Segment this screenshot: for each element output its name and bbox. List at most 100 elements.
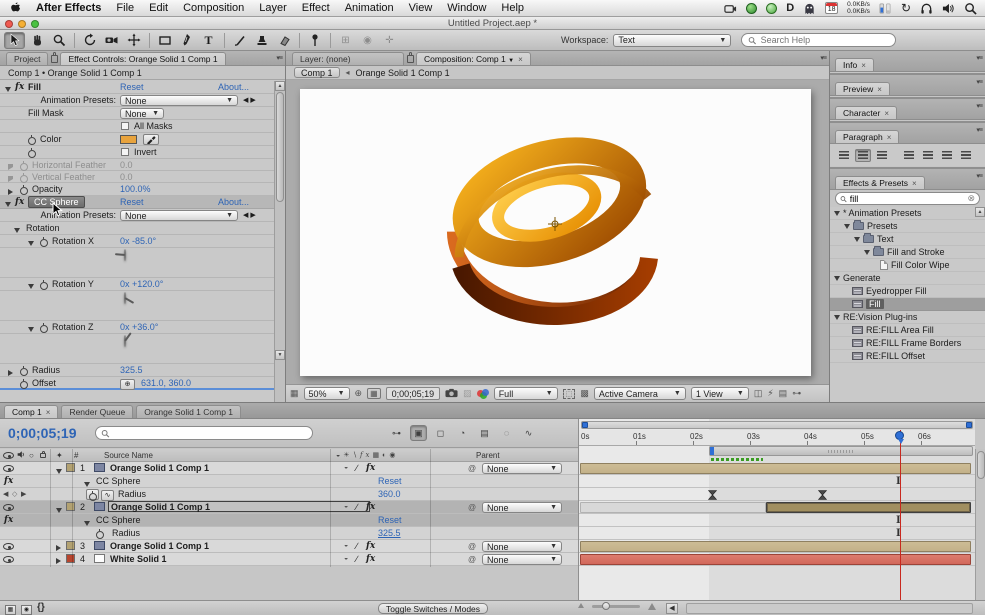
- work-area-bar[interactable]: [709, 446, 973, 456]
- tab-orange-solid-comp[interactable]: Orange Solid 1 Comp 1: [136, 405, 241, 418]
- effect-name[interactable]: CC Sphere: [96, 476, 141, 486]
- property-name[interactable]: Radius: [112, 528, 140, 538]
- scrollbar-thumb[interactable]: [977, 451, 985, 479]
- fill-reset-link[interactable]: Reset: [120, 82, 144, 92]
- time-ruler[interactable]: 0s 01s 02s 03s 04s 05s 06s: [579, 430, 975, 446]
- quality-switch-icon[interactable]: ∕: [356, 463, 358, 473]
- tab-project[interactable]: Project: [6, 52, 48, 65]
- collapse-switch-icon[interactable]: ◒: [344, 542, 348, 549]
- rectangle-tool[interactable]: [154, 32, 175, 49]
- fast-previews-icon[interactable]: ⚡︎: [767, 388, 773, 399]
- window-title-bar[interactable]: Untitled Project.aep *: [0, 17, 985, 30]
- frame-blending-icon[interactable]: ▤: [476, 425, 493, 441]
- tab-preview[interactable]: Preview×: [835, 82, 890, 95]
- align-left-button[interactable]: [836, 149, 852, 162]
- help-search-input[interactable]: [761, 35, 890, 45]
- effect-row-cc-sphere-2-selected[interactable]: fx CC Sphere Reset: [0, 514, 578, 527]
- screen-recorder-icon[interactable]: [724, 2, 737, 15]
- tree-item-selected[interactable]: Fill: [830, 298, 985, 311]
- twirl-open-icon[interactable]: [14, 228, 20, 233]
- fill-animation-presets-dropdown[interactable]: None▼: [120, 95, 238, 106]
- keyframe-nav-prev[interactable]: ◀: [3, 490, 8, 498]
- tree-item[interactable]: RE:FILL Offset: [830, 350, 985, 363]
- tab-composition[interactable]: Composition: Comp 1 ▼×: [416, 52, 531, 65]
- twirl-open-icon[interactable]: [834, 276, 840, 281]
- stopwatch-icon[interactable]: [20, 379, 27, 387]
- camera-dropdown[interactable]: Active Camera▼: [594, 387, 686, 400]
- expand-render-time-icon[interactable]: ◉: [21, 603, 32, 615]
- panel-menu-icon[interactable]: ▾≡: [276, 54, 282, 62]
- menu-layer[interactable]: Layer: [259, 2, 287, 14]
- property-value[interactable]: 360.0: [378, 489, 401, 499]
- reset-link[interactable]: Reset: [378, 476, 402, 486]
- channel-icon[interactable]: [477, 389, 489, 399]
- visibility-toggle[interactable]: [3, 504, 14, 511]
- align-center-button[interactable]: [855, 149, 871, 162]
- twirl-open-icon[interactable]: [28, 327, 34, 332]
- effect-name[interactable]: CC Sphere: [96, 515, 141, 525]
- effect-controls-scrollbar[interactable]: ▲ ▼: [274, 81, 285, 402]
- tree-item[interactable]: Eyedropper Fill: [830, 285, 985, 298]
- visibility-toggle[interactable]: [3, 543, 14, 550]
- timeline-button-icon[interactable]: ▤: [779, 388, 788, 399]
- globe-status-icon[interactable]: [746, 3, 757, 14]
- offset-value[interactable]: 631.0, 360.0: [141, 378, 191, 388]
- zoom-out-icon[interactable]: [578, 603, 584, 608]
- rotation-x-value[interactable]: 0x -85.0°: [120, 236, 156, 246]
- lock-icon[interactable]: [51, 55, 58, 63]
- vertical-feather-value[interactable]: 0.0: [120, 172, 133, 182]
- tab-effects-presets[interactable]: Effects & Presets×: [835, 176, 925, 189]
- close-tab-icon[interactable]: ×: [887, 133, 892, 142]
- view-layout-dropdown[interactable]: 1 View▼: [691, 387, 749, 400]
- tab-info[interactable]: Info×: [835, 58, 874, 71]
- menu-composition[interactable]: Composition: [183, 2, 244, 14]
- rotation-group-row[interactable]: Rotation: [0, 222, 285, 235]
- label-color-swatch[interactable]: [66, 554, 75, 563]
- calendar-icon[interactable]: 18: [825, 2, 838, 14]
- keyframe-nav-diamond[interactable]: ◇: [12, 490, 17, 498]
- tree-item[interactable]: * Animation Presets: [830, 207, 985, 220]
- stopwatch-icon[interactable]: [20, 161, 27, 169]
- zoom-slider-knob[interactable]: [602, 602, 610, 610]
- close-tab-icon[interactable]: ×: [46, 408, 51, 417]
- close-tab-icon[interactable]: ×: [518, 55, 523, 64]
- toggle-switches-modes-button[interactable]: Toggle Switches / Modes: [378, 603, 488, 614]
- scroll-left-button[interactable]: ◀: [666, 603, 678, 614]
- justify-all-button[interactable]: [958, 149, 974, 162]
- playhead-handle[interactable]: [895, 431, 904, 440]
- twirl-closed-icon[interactable]: [8, 189, 13, 195]
- tree-item[interactable]: Fill Color Wipe: [830, 259, 985, 272]
- clear-search-icon[interactable]: ⊗: [967, 193, 975, 204]
- close-tab-icon[interactable]: ×: [861, 61, 866, 70]
- tree-item[interactable]: Text: [830, 233, 985, 246]
- layer-2-duration-bar-selected[interactable]: [766, 502, 971, 513]
- tab-timeline-comp1[interactable]: Comp 1×: [4, 405, 58, 418]
- effects-switch-icon[interactable]: fx: [366, 463, 375, 473]
- twirl-open-icon[interactable]: [834, 211, 840, 216]
- property-name[interactable]: Radius: [118, 489, 146, 499]
- pick-whip-icon[interactable]: @: [468, 555, 476, 564]
- transparency-grid-icon[interactable]: ▩: [580, 388, 589, 399]
- quality-switch-icon[interactable]: ∕: [356, 554, 358, 564]
- tree-item[interactable]: Fill and Stroke: [830, 246, 985, 259]
- stopwatch-icon[interactable]: [40, 280, 47, 288]
- d-app-icon[interactable]: D: [786, 2, 794, 14]
- rotation-z-dial[interactable]: [124, 335, 126, 347]
- menu-animation[interactable]: Animation: [345, 2, 394, 14]
- composition-canvas[interactable]: [300, 89, 811, 376]
- zoom-in-icon[interactable]: [648, 603, 656, 610]
- green-status-icon[interactable]: [766, 3, 777, 14]
- timeline-search-box[interactable]: [95, 426, 313, 440]
- quality-switch-icon[interactable]: ∕: [356, 541, 358, 551]
- fill-mask-dropdown[interactable]: None▼: [120, 108, 164, 119]
- layer-1-duration-bar[interactable]: [580, 463, 971, 474]
- close-tab-icon[interactable]: ×: [912, 179, 917, 188]
- selection-tool[interactable]: [4, 32, 25, 49]
- radius-value[interactable]: 325.5: [120, 365, 143, 375]
- effects-switch-icon[interactable]: fx: [366, 554, 375, 564]
- twirl-open-icon[interactable]: [56, 508, 62, 513]
- timeline-search-input[interactable]: [113, 428, 308, 438]
- magnification-dropdown[interactable]: 50%▼: [304, 387, 350, 400]
- hide-shy-layers-icon[interactable]: ◔: [454, 425, 471, 441]
- navigator-end-handle[interactable]: [966, 422, 972, 428]
